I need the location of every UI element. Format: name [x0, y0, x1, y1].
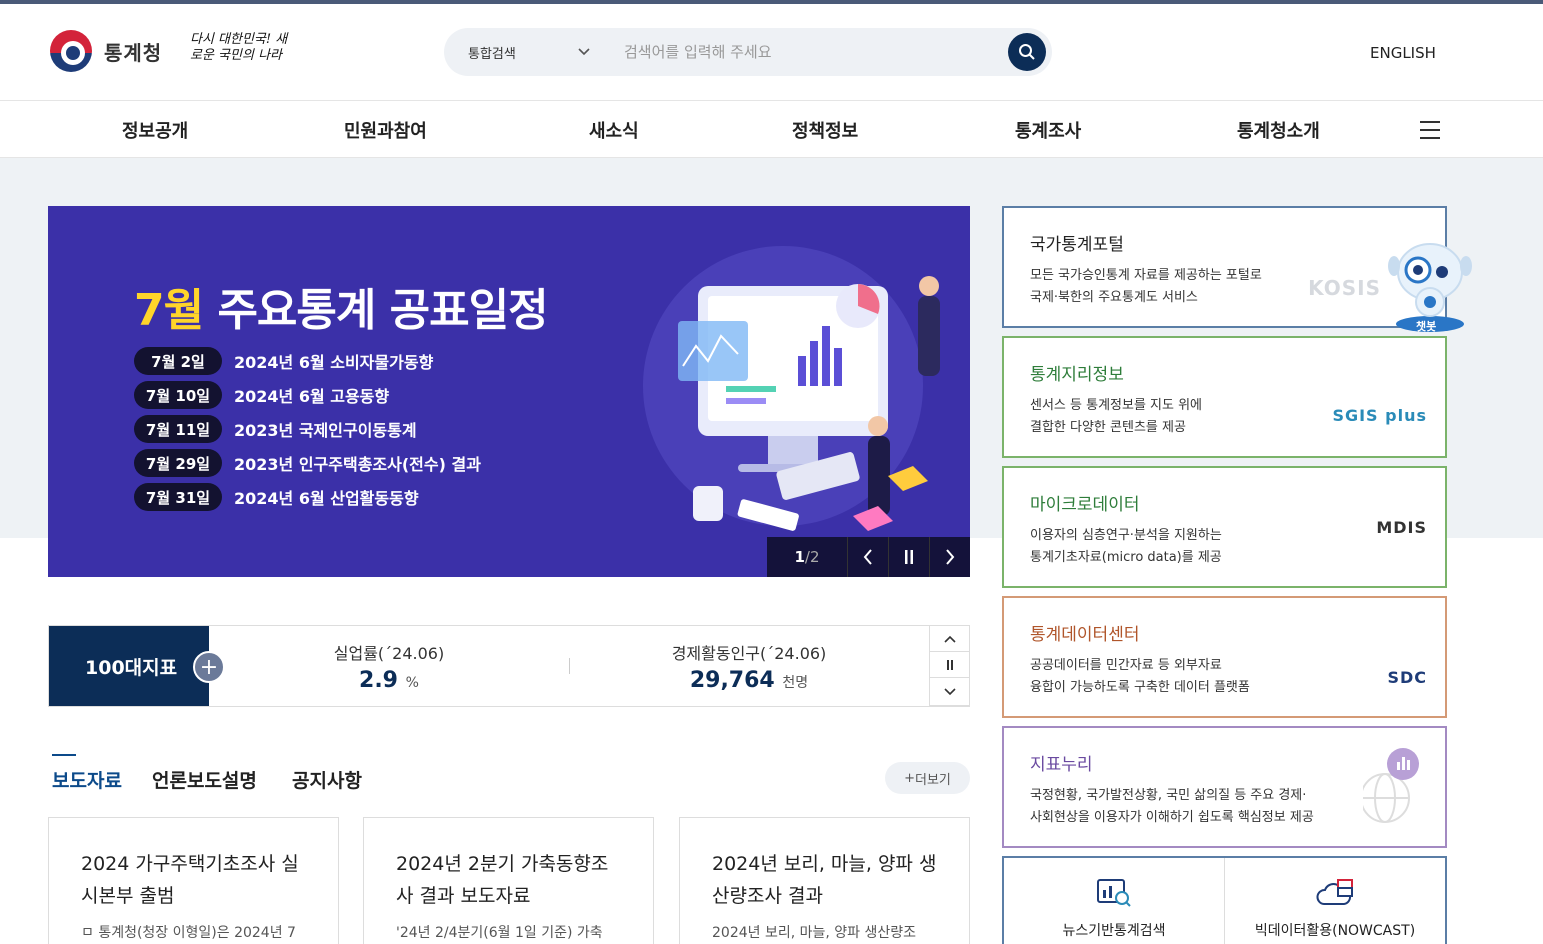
schedule-item: 7월 2일 2024년 6월 소비자물가동향 — [134, 347, 433, 375]
header: 통계청 다시 대한민국! 새로운 국민의 나라 통합검색 ENGLISH — [0, 4, 1543, 100]
banner-pager: 1/2 — [794, 548, 820, 566]
pause-icon — [947, 659, 953, 670]
nav-item-policy[interactable]: 정책정보 — [792, 117, 858, 143]
tab-press-release[interactable]: 보도자료 — [52, 766, 122, 793]
chevron-down-icon — [944, 687, 956, 695]
chevron-left-icon — [863, 549, 872, 565]
logo-text: 통계청 — [104, 40, 163, 65]
taegeuk-logo-icon — [48, 28, 94, 74]
slogan: 다시 대한민국! 새로운 국민의 나라 — [190, 32, 288, 63]
service-kosis[interactable]: 국가통계포털 모든 국가승인통계 자료를 제공하는 포털로 국제·북한의 주요통계… — [1002, 206, 1447, 328]
menu-icon[interactable] — [1420, 121, 1440, 139]
news-tabs: 보도자료 언론보도설명 공지사항 + 더보기 — [52, 752, 970, 796]
chatbot-widget[interactable]: 챗봇 — [1386, 232, 1476, 334]
bigdata-nowcast-button[interactable]: 빅데이터활용(NOWCAST) — [1224, 858, 1445, 944]
banner-pause-button[interactable] — [888, 537, 929, 577]
kosis-logo: KOSIS — [1308, 276, 1381, 300]
search-icon — [1019, 44, 1035, 60]
search-bar: 통합검색 — [444, 28, 1052, 76]
chevron-down-icon — [578, 48, 590, 56]
indicator-ticker: 100대지표 + 실업률(´24.06) 2.9 % 경제활동인구(´24.06… — [48, 625, 970, 707]
news-card[interactable]: 2024년 2분기 가축동향조사 결과 보도자료 '24년 2/4분기(6월 1… — [363, 817, 654, 944]
schedule-item: 7월 11일 2023년 국제인구이동통계 — [134, 415, 417, 443]
chatbot-label: 챗봇 — [1416, 320, 1437, 333]
english-link[interactable]: ENGLISH — [1370, 44, 1436, 62]
search-button[interactable] — [1008, 33, 1046, 71]
plus-icon: + — [904, 770, 915, 786]
service-index[interactable]: 지표누리 국정현황, 국가발전상황, 국민 삶의질 등 주요 경제· 사회현상을 … — [1002, 726, 1447, 848]
nav-item-info[interactable]: 정보공개 — [122, 117, 188, 143]
banner-illustration — [643, 246, 940, 531]
more-button[interactable]: + 더보기 — [885, 762, 970, 794]
pause-icon — [905, 550, 913, 564]
banner-title: 7월 주요통계 공표일정 — [134, 285, 549, 336]
search-input[interactable] — [604, 43, 1008, 61]
schedule-item: 7월 31일 2024년 6월 산업활동동향 — [134, 483, 419, 511]
service-sgis[interactable]: 통계지리정보 센서스 등 통계정보를 지도 위에 결합한 다양한 콘텐츠를 제공 … — [1002, 336, 1447, 458]
news-card[interactable]: 2024년 보리, 마늘, 양파 생산량조사 결과 2024년 보리, 마늘, … — [679, 817, 970, 944]
chevron-right-icon — [946, 549, 955, 565]
tab-media-explanation[interactable]: 언론보도설명 — [152, 766, 257, 793]
chevron-up-icon — [944, 635, 956, 643]
indicator-item[interactable]: 경제활동인구(´24.06) 29,764 천명 — [639, 640, 859, 693]
banner-prev-button[interactable] — [847, 537, 888, 577]
banner-next-button[interactable] — [929, 537, 970, 577]
search-scope-select[interactable]: 통합검색 — [444, 43, 604, 62]
plus-icon[interactable]: + — [193, 651, 225, 683]
active-tab-indicator — [52, 754, 76, 756]
main-nav: 정보공개 민원과참여 새소식 정책정보 통계조사 통계청소개 — [0, 100, 1543, 158]
sdc-logo: SDC — [1387, 668, 1427, 687]
nav-item-survey[interactable]: 통계조사 — [1015, 117, 1081, 143]
service-sdc[interactable]: 통계데이터센터 공공데이터를 민간자료 등 외부자료 융합이 가능하도록 구축한 … — [1002, 596, 1447, 718]
news-stat-search-button[interactable]: 뉴스기반통계검색 — [1004, 858, 1224, 944]
indicator-up-button[interactable] — [929, 626, 970, 652]
tab-notice[interactable]: 공지사항 — [292, 766, 362, 793]
schedule-item: 7월 29일 2023년 인구주택총조사(전수) 결과 — [134, 449, 481, 477]
bottom-services: 뉴스기반통계검색 빅데이터활용(NOWCAST) — [1002, 856, 1447, 944]
nav-item-about[interactable]: 통계청소개 — [1237, 117, 1320, 143]
search-scope-label: 통합검색 — [468, 46, 516, 62]
banner-controls: 1/2 — [767, 537, 970, 577]
main-banner[interactable]: 7월 주요통계 공표일정 7월 2일 2024년 6월 소비자물가동향 7월 10… — [48, 206, 970, 577]
site-logo[interactable]: 통계청 — [48, 28, 162, 74]
cloud-server-icon — [1316, 879, 1353, 905]
sgis-logo: SGIS plus — [1332, 406, 1427, 425]
nav-item-news[interactable]: 새소식 — [589, 117, 639, 143]
schedule-item: 7월 10일 2024년 6월 고용동향 — [134, 381, 389, 409]
mdis-logo: MDIS — [1376, 518, 1427, 537]
news-card[interactable]: 2024 가구주택기초조사 실시본부 출범 ㅁ 통계청(청장 이형일)은 202… — [48, 817, 339, 944]
indicator-controls — [929, 626, 970, 706]
nav-item-civil[interactable]: 민원과참여 — [344, 117, 427, 143]
indicator-item[interactable]: 실업률(´24.06) 2.9 % — [279, 640, 499, 693]
chart-globe-icon — [1363, 748, 1419, 823]
service-mdis[interactable]: 마이크로데이터 이용자의 심층연구·분석을 지원하는 통계기초자료(micro d… — [1002, 466, 1447, 588]
chart-search-icon — [1097, 879, 1131, 907]
indicator-down-button[interactable] — [929, 678, 970, 706]
indicator-label[interactable]: 100대지표 — [49, 626, 209, 706]
divider — [569, 658, 570, 674]
indicator-pause-button[interactable] — [929, 652, 970, 678]
